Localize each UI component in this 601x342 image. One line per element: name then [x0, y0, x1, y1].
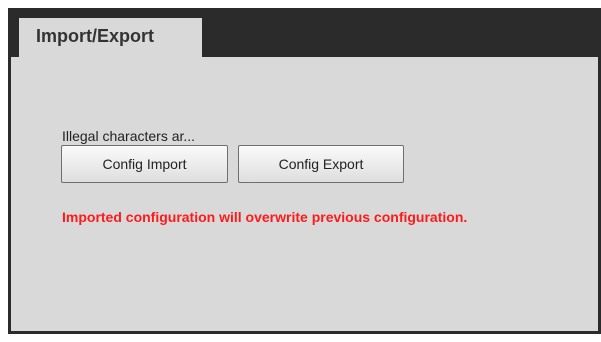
- tab-import-export[interactable]: Import/Export: [19, 18, 202, 58]
- overwrite-warning: Imported configuration will overwrite pr…: [62, 209, 468, 225]
- import-export-panel: [11, 57, 598, 331]
- config-export-button[interactable]: Config Export: [238, 145, 404, 183]
- config-import-button[interactable]: Config Import: [61, 145, 228, 183]
- status-message: Illegal characters ar...: [62, 128, 196, 144]
